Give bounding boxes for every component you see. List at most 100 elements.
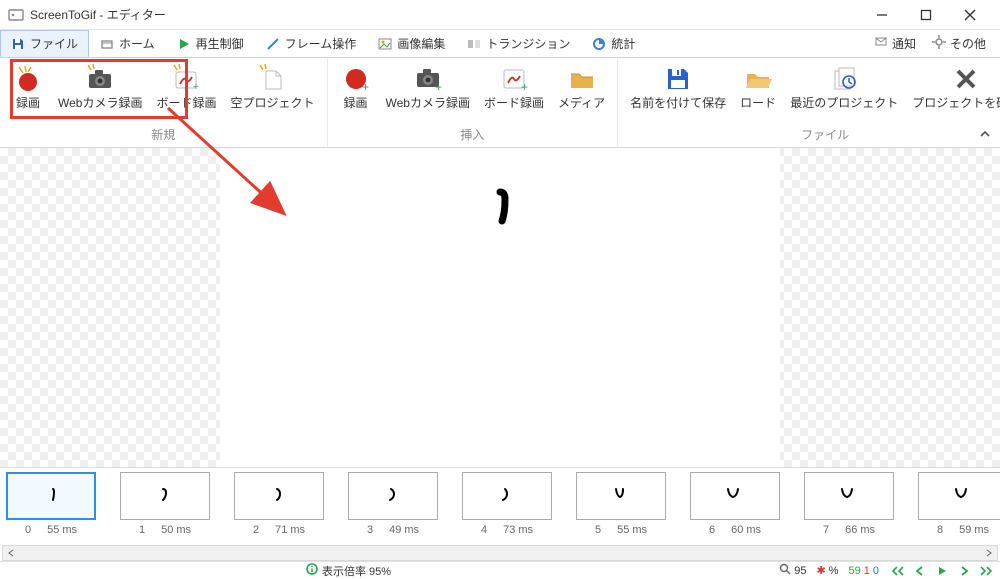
webcam-icon: + <box>413 64 443 94</box>
goto-first-button[interactable] <box>888 563 908 579</box>
new-webcam-button[interactable]: Webカメラ録画 <box>52 60 148 124</box>
frame-index: 4 <box>481 524 487 536</box>
tab-playback[interactable]: 再生制御 <box>166 30 255 57</box>
new-record-button[interactable]: 録画 <box>6 60 50 124</box>
frame-thumbnail[interactable]: 7 66 ms <box>804 472 894 536</box>
close-icon <box>951 64 981 94</box>
button-label: 録画 <box>343 97 367 110</box>
load-button[interactable]: ロード <box>734 60 782 124</box>
ribbon-tabs: ファイル ホーム 再生制御 フレーム操作 画像編集 トランジション 統計 通知 … <box>0 30 1000 58</box>
thumb <box>120 472 210 520</box>
horizontal-scrollbar[interactable] <box>2 545 998 561</box>
tab-home[interactable]: ホーム <box>89 30 166 57</box>
status-counts: 59 1 0 <box>844 565 885 577</box>
frame-duration: 55 ms <box>617 524 647 536</box>
scroll-right-button[interactable] <box>981 546 997 560</box>
window-maximize-button[interactable] <box>904 1 948 29</box>
tab-label: ファイル <box>30 35 78 52</box>
frame-index: 7 <box>823 524 829 536</box>
button-label: ロード <box>740 97 776 110</box>
canvas-area <box>0 148 1000 468</box>
recent-projects-button[interactable]: 最近のプロジェクト <box>784 60 904 124</box>
frame-duration: 50 ms <box>161 524 191 536</box>
notify-icon <box>874 35 888 52</box>
playback-controls <box>884 563 1000 579</box>
status-bar: 表示倍率 95% 95 ✱ % 59 1 0 <box>0 561 1000 579</box>
button-label: Webカメラ録画 <box>386 97 470 110</box>
button-label: メディア <box>558 97 605 110</box>
insert-media-button[interactable]: メディア <box>552 60 611 124</box>
window-minimize-button[interactable] <box>860 1 904 29</box>
count-b: 1 <box>864 565 870 577</box>
canvas[interactable] <box>220 148 780 468</box>
board-icon: + <box>499 64 529 94</box>
group-label: 新規 <box>151 126 175 145</box>
thumb <box>348 472 438 520</box>
notify-label: 通知 <box>892 35 916 52</box>
notify-button[interactable]: 通知 <box>868 33 922 54</box>
frame-duration: 49 ms <box>389 524 419 536</box>
status-percent[interactable]: ✱ % <box>812 564 844 577</box>
scroll-left-button[interactable] <box>3 546 19 560</box>
count-a: 59 <box>849 565 861 577</box>
svg-text:+: + <box>193 82 199 93</box>
frame-thumbnail[interactable]: 8 59 ms <box>918 472 1000 536</box>
frame-thumbnail[interactable]: 5 55 ms <box>576 472 666 536</box>
play-button[interactable] <box>932 563 952 579</box>
record-icon <box>13 64 43 94</box>
discard-project-button[interactable]: プロジェクトを破棄 <box>906 60 1000 124</box>
thumb <box>576 472 666 520</box>
tab-frame[interactable]: フレーム操作 <box>255 30 368 57</box>
pencil-icon <box>266 37 280 51</box>
button-label: 最近のプロジェクト <box>790 97 898 110</box>
insert-webcam-button[interactable]: + Webカメラ録画 <box>380 60 476 124</box>
insert-board-button[interactable]: + ボード録画 <box>478 60 550 124</box>
frame-duration: 66 ms <box>845 524 875 536</box>
insert-record-button[interactable]: + 録画 <box>334 60 378 124</box>
play-icon <box>177 37 191 51</box>
status-magnifier[interactable]: 95 <box>774 563 811 578</box>
frames-strip[interactable]: 0 55 ms 1 50 ms 2 71 ms 3 49 ms 4 73 ms <box>0 467 1000 545</box>
tab-label: 統計 <box>611 35 635 52</box>
tab-transition[interactable]: トランジション <box>456 30 581 57</box>
other-button[interactable]: その他 <box>926 33 992 54</box>
new-empty-button[interactable]: 空プロジェクト <box>224 60 320 124</box>
gear-icon <box>932 35 946 52</box>
record-icon: + <box>341 64 371 94</box>
frame-duration: 73 ms <box>503 524 533 536</box>
save-as-button[interactable]: 名前を付けて保存 <box>624 60 732 124</box>
tab-label: フレーム操作 <box>285 35 357 52</box>
frame-duration: 59 ms <box>959 524 989 536</box>
image-icon <box>378 37 392 51</box>
ribbon-collapse-button[interactable] <box>976 125 994 143</box>
frame-index: 1 <box>139 524 145 536</box>
frame-thumbnail[interactable]: 4 73 ms <box>462 472 552 536</box>
search-icon <box>779 563 791 578</box>
frame-thumbnail[interactable]: 2 71 ms <box>234 472 324 536</box>
frame-content-stroke <box>485 188 515 228</box>
step-back-button[interactable] <box>910 563 930 579</box>
transition-icon <box>467 37 481 51</box>
tab-image[interactable]: 画像編集 <box>367 30 456 57</box>
frame-thumbnail[interactable]: 1 50 ms <box>120 472 210 536</box>
button-label: 録画 <box>16 97 40 110</box>
frame-thumbnail[interactable]: 3 49 ms <box>348 472 438 536</box>
thumb <box>234 472 324 520</box>
other-label: その他 <box>950 35 986 52</box>
save-icon <box>663 64 693 94</box>
window-close-button[interactable] <box>948 1 992 29</box>
svg-text:+: + <box>362 80 369 94</box>
goto-last-button[interactable] <box>976 563 996 579</box>
folder-icon <box>567 64 597 94</box>
tab-file[interactable]: ファイル <box>0 30 89 57</box>
save-icon <box>11 37 25 51</box>
button-label: プロジェクトを破棄 <box>912 97 1000 110</box>
zoom-indicator: 表示倍率 95% <box>300 563 397 579</box>
frame-thumbnail[interactable]: 6 60 ms <box>690 472 780 536</box>
new-board-button[interactable]: + ボード録画 <box>150 60 222 124</box>
frame-thumbnail[interactable]: 0 55 ms <box>6 472 96 536</box>
step-forward-button[interactable] <box>954 563 974 579</box>
tab-stats[interactable]: 統計 <box>581 30 646 57</box>
board-icon: + <box>171 64 201 94</box>
frame-index: 0 <box>25 524 31 536</box>
